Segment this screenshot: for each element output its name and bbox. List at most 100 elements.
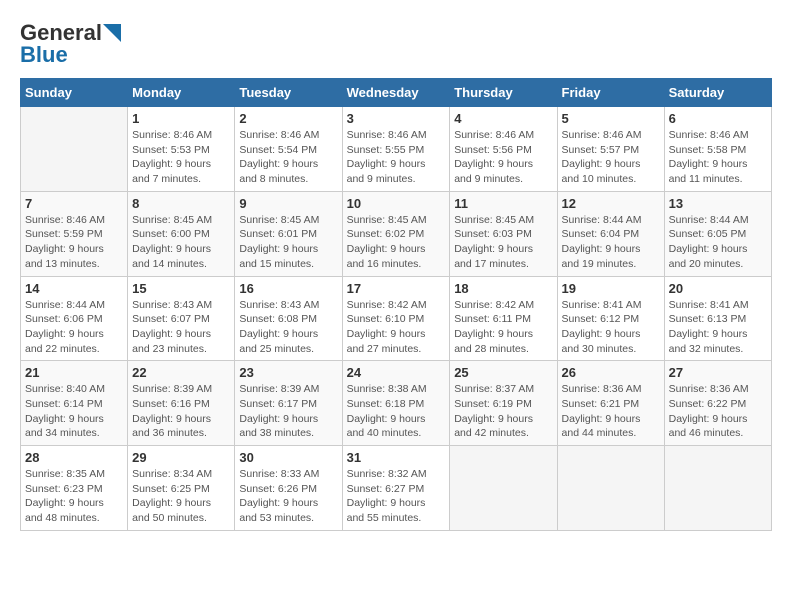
calendar-cell <box>557 446 664 531</box>
day-info: Sunrise: 8:44 AM Sunset: 6:05 PM Dayligh… <box>669 213 767 272</box>
day-number: 28 <box>25 450 123 465</box>
day-number: 25 <box>454 365 552 380</box>
day-number: 11 <box>454 196 552 211</box>
day-number: 17 <box>347 281 446 296</box>
day-info: Sunrise: 8:46 AM Sunset: 5:55 PM Dayligh… <box>347 128 446 187</box>
day-info: Sunrise: 8:39 AM Sunset: 6:16 PM Dayligh… <box>132 382 230 441</box>
day-info: Sunrise: 8:44 AM Sunset: 6:04 PM Dayligh… <box>562 213 660 272</box>
day-info: Sunrise: 8:45 AM Sunset: 6:02 PM Dayligh… <box>347 213 446 272</box>
calendar-header-sunday: Sunday <box>21 79 128 107</box>
day-info: Sunrise: 8:37 AM Sunset: 6:19 PM Dayligh… <box>454 382 552 441</box>
calendar-table: SundayMondayTuesdayWednesdayThursdayFrid… <box>20 78 772 531</box>
calendar-cell: 11 Sunrise: 8:45 AM Sunset: 6:03 PM Dayli… <box>450 191 557 276</box>
day-number: 22 <box>132 365 230 380</box>
calendar-cell: 1 Sunrise: 8:46 AM Sunset: 5:53 PM Daylig… <box>128 107 235 192</box>
day-number: 9 <box>239 196 337 211</box>
day-number: 30 <box>239 450 337 465</box>
day-info: Sunrise: 8:46 AM Sunset: 5:57 PM Dayligh… <box>562 128 660 187</box>
calendar-cell: 9 Sunrise: 8:45 AM Sunset: 6:01 PM Daylig… <box>235 191 342 276</box>
calendar-cell: 20 Sunrise: 8:41 AM Sunset: 6:13 PM Dayli… <box>664 276 771 361</box>
calendar-cell: 14 Sunrise: 8:44 AM Sunset: 6:06 PM Dayli… <box>21 276 128 361</box>
day-info: Sunrise: 8:42 AM Sunset: 6:10 PM Dayligh… <box>347 298 446 357</box>
calendar-week-row: 21 Sunrise: 8:40 AM Sunset: 6:14 PM Dayli… <box>21 361 772 446</box>
calendar-cell: 7 Sunrise: 8:46 AM Sunset: 5:59 PM Daylig… <box>21 191 128 276</box>
calendar-cell: 21 Sunrise: 8:40 AM Sunset: 6:14 PM Dayli… <box>21 361 128 446</box>
day-number: 24 <box>347 365 446 380</box>
day-number: 21 <box>25 365 123 380</box>
calendar-cell: 5 Sunrise: 8:46 AM Sunset: 5:57 PM Daylig… <box>557 107 664 192</box>
logo-blue: Blue <box>20 42 68 68</box>
calendar-header-wednesday: Wednesday <box>342 79 450 107</box>
day-info: Sunrise: 8:45 AM Sunset: 6:03 PM Dayligh… <box>454 213 552 272</box>
day-number: 1 <box>132 111 230 126</box>
calendar-header-monday: Monday <box>128 79 235 107</box>
calendar-cell: 13 Sunrise: 8:44 AM Sunset: 6:05 PM Dayli… <box>664 191 771 276</box>
calendar-cell: 2 Sunrise: 8:46 AM Sunset: 5:54 PM Daylig… <box>235 107 342 192</box>
day-number: 27 <box>669 365 767 380</box>
day-number: 2 <box>239 111 337 126</box>
logo: General Blue <box>20 20 121 68</box>
calendar-week-row: 14 Sunrise: 8:44 AM Sunset: 6:06 PM Dayli… <box>21 276 772 361</box>
day-number: 31 <box>347 450 446 465</box>
calendar-cell: 28 Sunrise: 8:35 AM Sunset: 6:23 PM Dayli… <box>21 446 128 531</box>
calendar-week-row: 7 Sunrise: 8:46 AM Sunset: 5:59 PM Daylig… <box>21 191 772 276</box>
calendar-header-row: SundayMondayTuesdayWednesdayThursdayFrid… <box>21 79 772 107</box>
day-number: 26 <box>562 365 660 380</box>
day-info: Sunrise: 8:36 AM Sunset: 6:22 PM Dayligh… <box>669 382 767 441</box>
day-info: Sunrise: 8:45 AM Sunset: 6:00 PM Dayligh… <box>132 213 230 272</box>
day-info: Sunrise: 8:35 AM Sunset: 6:23 PM Dayligh… <box>25 467 123 526</box>
calendar-cell: 30 Sunrise: 8:33 AM Sunset: 6:26 PM Dayli… <box>235 446 342 531</box>
day-info: Sunrise: 8:33 AM Sunset: 6:26 PM Dayligh… <box>239 467 337 526</box>
day-number: 5 <box>562 111 660 126</box>
day-info: Sunrise: 8:43 AM Sunset: 6:08 PM Dayligh… <box>239 298 337 357</box>
day-number: 4 <box>454 111 552 126</box>
day-info: Sunrise: 8:41 AM Sunset: 6:13 PM Dayligh… <box>669 298 767 357</box>
day-info: Sunrise: 8:46 AM Sunset: 5:53 PM Dayligh… <box>132 128 230 187</box>
day-info: Sunrise: 8:43 AM Sunset: 6:07 PM Dayligh… <box>132 298 230 357</box>
day-number: 10 <box>347 196 446 211</box>
day-number: 8 <box>132 196 230 211</box>
calendar-week-row: 28 Sunrise: 8:35 AM Sunset: 6:23 PM Dayli… <box>21 446 772 531</box>
calendar-cell: 4Sunrise: 8:46 AM Sunset: 5:56 PM Daylig… <box>450 107 557 192</box>
calendar-cell: 22 Sunrise: 8:39 AM Sunset: 6:16 PM Dayli… <box>128 361 235 446</box>
calendar-header-tuesday: Tuesday <box>235 79 342 107</box>
calendar-cell <box>21 107 128 192</box>
day-info: Sunrise: 8:41 AM Sunset: 6:12 PM Dayligh… <box>562 298 660 357</box>
day-info: Sunrise: 8:44 AM Sunset: 6:06 PM Dayligh… <box>25 298 123 357</box>
day-number: 12 <box>562 196 660 211</box>
logo-icon <box>103 24 121 42</box>
day-number: 18 <box>454 281 552 296</box>
day-number: 23 <box>239 365 337 380</box>
day-number: 19 <box>562 281 660 296</box>
calendar-cell: 27 Sunrise: 8:36 AM Sunset: 6:22 PM Dayli… <box>664 361 771 446</box>
day-info: Sunrise: 8:40 AM Sunset: 6:14 PM Dayligh… <box>25 382 123 441</box>
day-number: 16 <box>239 281 337 296</box>
calendar-cell: 3 Sunrise: 8:46 AM Sunset: 5:55 PM Daylig… <box>342 107 450 192</box>
day-number: 3 <box>347 111 446 126</box>
day-number: 7 <box>25 196 123 211</box>
day-number: 15 <box>132 281 230 296</box>
calendar-cell: 26 Sunrise: 8:36 AM Sunset: 6:21 PM Dayli… <box>557 361 664 446</box>
day-number: 14 <box>25 281 123 296</box>
day-number: 20 <box>669 281 767 296</box>
day-number: 13 <box>669 196 767 211</box>
calendar-cell: 23 Sunrise: 8:39 AM Sunset: 6:17 PM Dayli… <box>235 361 342 446</box>
calendar-cell <box>450 446 557 531</box>
calendar-cell: 31 Sunrise: 8:32 AM Sunset: 6:27 PM Dayli… <box>342 446 450 531</box>
day-info: Sunrise: 8:39 AM Sunset: 6:17 PM Dayligh… <box>239 382 337 441</box>
calendar-cell: 19 Sunrise: 8:41 AM Sunset: 6:12 PM Dayli… <box>557 276 664 361</box>
calendar-header-thursday: Thursday <box>450 79 557 107</box>
day-info: Sunrise: 8:46 AM Sunset: 5:54 PM Dayligh… <box>239 128 337 187</box>
day-info: Sunrise: 8:45 AM Sunset: 6:01 PM Dayligh… <box>239 213 337 272</box>
day-info: Sunrise: 8:46 AM Sunset: 5:59 PM Dayligh… <box>25 213 123 272</box>
calendar-cell: 29Sunrise: 8:34 AM Sunset: 6:25 PM Dayli… <box>128 446 235 531</box>
calendar-week-row: 1 Sunrise: 8:46 AM Sunset: 5:53 PM Daylig… <box>21 107 772 192</box>
day-info: Sunrise: 8:36 AM Sunset: 6:21 PM Dayligh… <box>562 382 660 441</box>
calendar-header-friday: Friday <box>557 79 664 107</box>
day-info: Sunrise: 8:32 AM Sunset: 6:27 PM Dayligh… <box>347 467 446 526</box>
page-header: General Blue <box>20 20 772 68</box>
day-info: Sunrise: 8:46 AM Sunset: 5:58 PM Dayligh… <box>669 128 767 187</box>
day-info: Sunrise: 8:38 AM Sunset: 6:18 PM Dayligh… <box>347 382 446 441</box>
calendar-cell: 12 Sunrise: 8:44 AM Sunset: 6:04 PM Dayli… <box>557 191 664 276</box>
calendar-cell <box>664 446 771 531</box>
